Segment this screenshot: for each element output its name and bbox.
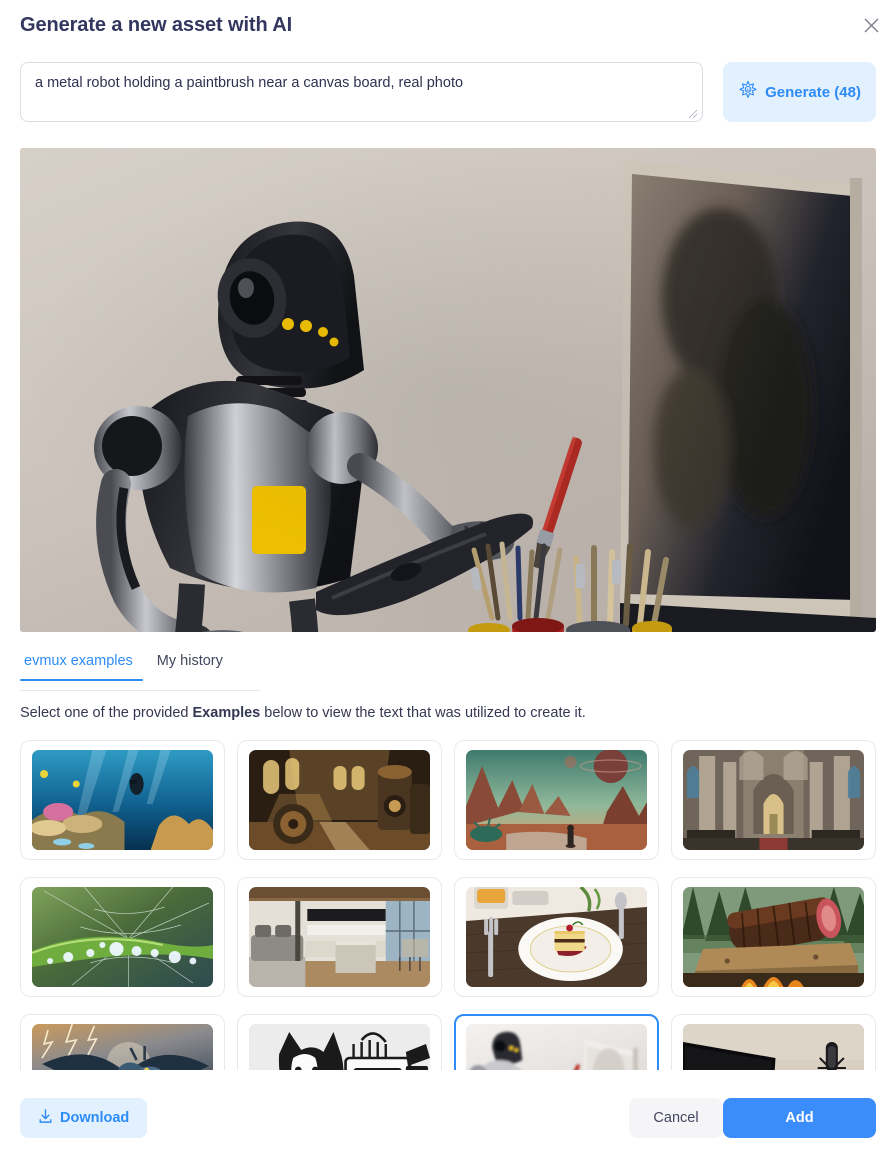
examples-tabs: evmux examples My history [20,653,260,691]
cancel-button[interactable]: Cancel [629,1098,723,1138]
tab-my-history[interactable]: My history [143,653,237,680]
download-button[interactable]: Download [20,1098,148,1138]
example-thumb-steampunk-factory [249,750,430,850]
example-card-monitor-microphone[interactable] [671,1014,876,1070]
prompt-input[interactable] [20,62,703,122]
example-thumb-dragon-lightning [32,1024,213,1070]
tab-evmux-examples[interactable]: evmux examples [20,653,143,681]
svg-text:AI: AI [746,88,750,92]
example-card-dessert-plate[interactable] [454,877,659,997]
example-thumb-dessert-plate [466,887,647,987]
example-thumb-monitor-microphone [683,1024,864,1070]
example-thumb-gothic-cathedral [683,750,864,850]
example-card-spiderweb-dew[interactable] [20,877,225,997]
example-card-smoked-roast-fire[interactable] [671,877,876,997]
example-thumb-modern-kitchen [249,887,430,987]
example-thumb-coral-reef-diver [32,750,213,850]
example-card-gothic-cathedral[interactable] [671,740,876,860]
download-button-label: Download [60,1110,130,1126]
generated-image-preview[interactable] [20,148,876,632]
tab-evmux-examples-label: evmux examples [24,653,133,669]
example-thumb-robot-painter [466,1024,647,1070]
example-card-dragon-lightning[interactable] [20,1014,225,1070]
page-title: Generate a new asset with AI [20,14,293,36]
helper-text-bold: Examples [192,705,261,721]
example-thumb-cat-illustration [249,1024,430,1070]
download-icon [38,1108,53,1128]
modal-footer: Download Cancel Add [0,1086,896,1150]
helper-text-before: Select one of the provided [20,705,193,721]
generate-button[interactable]: AI Generate (48) [723,62,876,122]
generate-button-label: Generate (48) [765,83,861,101]
helper-text-after: below to view the text that was utilized… [260,705,586,721]
generate-asset-modal: Generate a new asset with AI AI Generate… [0,0,896,1150]
example-card-coral-reef-diver[interactable] [20,740,225,860]
examples-helper-text: Select one of the provided Examples belo… [20,705,586,721]
example-card-cat-illustration[interactable] [237,1014,442,1070]
example-thumb-smoked-roast-fire [683,887,864,987]
examples-grid [20,740,876,1070]
prompt-row: AI Generate (48) [20,62,876,122]
add-button[interactable]: Add [723,1098,876,1138]
example-thumb-alien-desert-planet [466,750,647,850]
example-card-alien-desert-planet[interactable] [454,740,659,860]
example-card-robot-painter[interactable] [454,1014,659,1070]
close-icon[interactable] [856,10,886,40]
example-card-modern-kitchen[interactable] [237,877,442,997]
ai-sparkle-icon: AI [738,80,758,104]
tab-my-history-label: My history [156,653,223,669]
example-thumb-spiderweb-dew [32,887,213,987]
example-card-steampunk-factory[interactable] [237,740,442,860]
modal-header: Generate a new asset with AI [0,0,896,56]
